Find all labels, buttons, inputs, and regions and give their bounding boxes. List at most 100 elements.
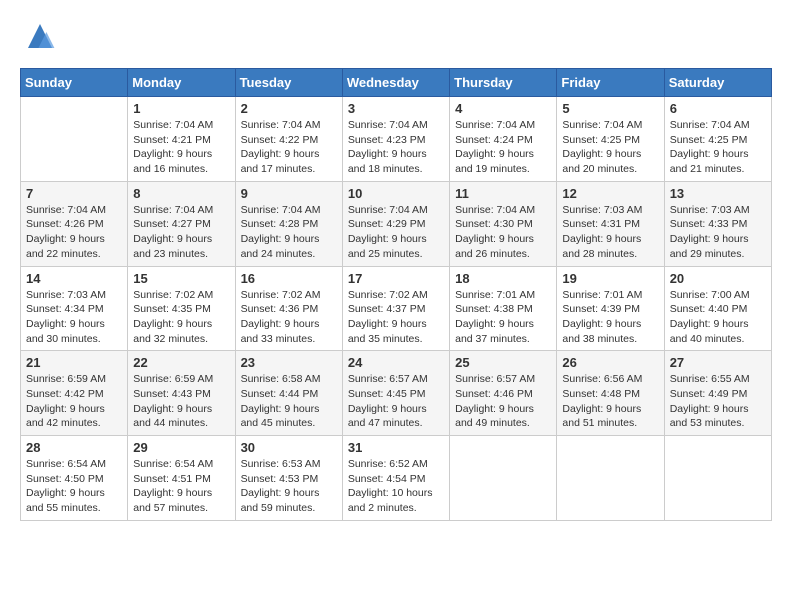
day-number: 1	[133, 101, 229, 116]
day-info: Sunrise: 7:04 AMSunset: 4:25 PMDaylight:…	[562, 118, 658, 177]
day-number: 31	[348, 440, 444, 455]
day-info: Sunrise: 7:03 AMSunset: 4:31 PMDaylight:…	[562, 203, 658, 262]
calendar-cell	[557, 436, 664, 521]
day-number: 4	[455, 101, 551, 116]
week-row-3: 14 Sunrise: 7:03 AMSunset: 4:34 PMDayligh…	[21, 266, 772, 351]
calendar-cell	[21, 97, 128, 182]
calendar-cell: 23 Sunrise: 6:58 AMSunset: 4:44 PMDayligh…	[235, 351, 342, 436]
calendar-cell: 8Sunrise: 7:04 AMSunset: 4:27 PMDaylight…	[128, 181, 235, 266]
week-row-4: 21Sunrise: 6:59 AMSunset: 4:42 PMDayligh…	[21, 351, 772, 436]
day-number: 22	[133, 355, 229, 370]
day-info: Sunrise: 6:56 AMSunset: 4:48 PMDaylight:…	[562, 372, 658, 431]
day-info: Sunrise: 7:01 AMSunset: 4:38 PMDaylight:…	[455, 288, 551, 347]
day-info: Sunrise: 6:53 AMSunset: 4:53 PMDaylight:…	[241, 457, 337, 516]
day-number: 20	[670, 271, 766, 286]
day-info: Sunrise: 7:03 AMSunset: 4:33 PMDaylight:…	[670, 203, 766, 262]
day-number: 17	[348, 271, 444, 286]
day-number: 5	[562, 101, 658, 116]
calendar-cell	[450, 436, 557, 521]
day-number: 16	[241, 271, 337, 286]
day-info: Sunrise: 7:04 AMSunset: 4:30 PMDaylight:…	[455, 203, 551, 262]
calendar-cell: 24 Sunrise: 6:57 AMSunset: 4:45 PMDayligh…	[342, 351, 449, 436]
logo-icon	[24, 20, 56, 52]
calendar-cell: 21Sunrise: 6:59 AMSunset: 4:42 PMDayligh…	[21, 351, 128, 436]
day-info: Sunrise: 6:54 AMSunset: 4:51 PMDaylight:…	[133, 457, 229, 516]
calendar-cell: 1 Sunrise: 7:04 AMSunset: 4:21 PMDaylight…	[128, 97, 235, 182]
day-number: 11	[455, 186, 551, 201]
day-number: 13	[670, 186, 766, 201]
calendar-cell: 26 Sunrise: 6:56 AMSunset: 4:48 PMDayligh…	[557, 351, 664, 436]
calendar-cell: 29 Sunrise: 6:54 AMSunset: 4:51 PMDayligh…	[128, 436, 235, 521]
day-info: Sunrise: 7:04 AMSunset: 4:21 PMDaylight:…	[133, 118, 229, 177]
day-info: Sunrise: 7:02 AMSunset: 4:35 PMDaylight:…	[133, 288, 229, 347]
weekday-header-friday: Friday	[557, 69, 664, 97]
calendar-cell: 4 Sunrise: 7:04 AMSunset: 4:24 PMDaylight…	[450, 97, 557, 182]
weekday-header-wednesday: Wednesday	[342, 69, 449, 97]
calendar-cell	[664, 436, 771, 521]
weekday-header-tuesday: Tuesday	[235, 69, 342, 97]
calendar-cell: 7 Sunrise: 7:04 AMSunset: 4:26 PMDaylight…	[21, 181, 128, 266]
day-info: Sunrise: 7:01 AMSunset: 4:39 PMDaylight:…	[562, 288, 658, 347]
day-number: 18	[455, 271, 551, 286]
day-info: Sunrise: 7:03 AMSunset: 4:34 PMDaylight:…	[26, 288, 122, 347]
day-number: 19	[562, 271, 658, 286]
week-row-5: 28Sunrise: 6:54 AMSunset: 4:50 PMDayligh…	[21, 436, 772, 521]
calendar-cell: 5 Sunrise: 7:04 AMSunset: 4:25 PMDaylight…	[557, 97, 664, 182]
calendar-cell: 3Sunrise: 7:04 AMSunset: 4:23 PMDaylight…	[342, 97, 449, 182]
day-info: Sunrise: 7:04 AMSunset: 4:23 PMDaylight:…	[348, 118, 444, 177]
day-info: Sunrise: 7:00 AMSunset: 4:40 PMDaylight:…	[670, 288, 766, 347]
calendar-cell: 20 Sunrise: 7:00 AMSunset: 4:40 PMDayligh…	[664, 266, 771, 351]
day-info: Sunrise: 7:04 AMSunset: 4:29 PMDaylight:…	[348, 203, 444, 262]
day-info: Sunrise: 7:04 AMSunset: 4:26 PMDaylight:…	[26, 203, 122, 262]
day-info: Sunrise: 6:59 AMSunset: 4:42 PMDaylight:…	[26, 372, 122, 431]
calendar-cell: 17 Sunrise: 7:02 AMSunset: 4:37 PMDayligh…	[342, 266, 449, 351]
weekday-header-monday: Monday	[128, 69, 235, 97]
day-number: 2	[241, 101, 337, 116]
weekday-header-sunday: Sunday	[21, 69, 128, 97]
week-row-1: 1 Sunrise: 7:04 AMSunset: 4:21 PMDaylight…	[21, 97, 772, 182]
day-number: 10	[348, 186, 444, 201]
calendar-cell: 13 Sunrise: 7:03 AMSunset: 4:33 PMDayligh…	[664, 181, 771, 266]
calendar-cell: 11 Sunrise: 7:04 AMSunset: 4:30 PMDayligh…	[450, 181, 557, 266]
day-info: Sunrise: 7:04 AMSunset: 4:28 PMDaylight:…	[241, 203, 337, 262]
week-row-2: 7 Sunrise: 7:04 AMSunset: 4:26 PMDaylight…	[21, 181, 772, 266]
weekday-header-thursday: Thursday	[450, 69, 557, 97]
day-number: 15	[133, 271, 229, 286]
day-info: Sunrise: 6:52 AMSunset: 4:54 PMDaylight:…	[348, 457, 444, 516]
day-number: 26	[562, 355, 658, 370]
day-number: 12	[562, 186, 658, 201]
day-info: Sunrise: 7:04 AMSunset: 4:24 PMDaylight:…	[455, 118, 551, 177]
day-number: 14	[26, 271, 122, 286]
day-number: 9	[241, 186, 337, 201]
day-info: Sunrise: 6:57 AMSunset: 4:45 PMDaylight:…	[348, 372, 444, 431]
day-number: 29	[133, 440, 229, 455]
calendar-cell: 16 Sunrise: 7:02 AMSunset: 4:36 PMDayligh…	[235, 266, 342, 351]
weekday-header-saturday: Saturday	[664, 69, 771, 97]
calendar-cell: 25Sunrise: 6:57 AMSunset: 4:46 PMDayligh…	[450, 351, 557, 436]
weekday-header-row: SundayMondayTuesdayWednesdayThursdayFrid…	[21, 69, 772, 97]
calendar-cell: 9 Sunrise: 7:04 AMSunset: 4:28 PMDaylight…	[235, 181, 342, 266]
day-number: 24	[348, 355, 444, 370]
calendar-cell: 31 Sunrise: 6:52 AMSunset: 4:54 PMDayligh…	[342, 436, 449, 521]
logo	[20, 20, 56, 52]
day-info: Sunrise: 6:55 AMSunset: 4:49 PMDaylight:…	[670, 372, 766, 431]
calendar-cell: 27 Sunrise: 6:55 AMSunset: 4:49 PMDayligh…	[664, 351, 771, 436]
page-header	[20, 20, 772, 52]
day-info: Sunrise: 6:59 AMSunset: 4:43 PMDaylight:…	[133, 372, 229, 431]
calendar-cell: 18 Sunrise: 7:01 AMSunset: 4:38 PMDayligh…	[450, 266, 557, 351]
day-info: Sunrise: 6:57 AMSunset: 4:46 PMDaylight:…	[455, 372, 551, 431]
day-info: Sunrise: 6:58 AMSunset: 4:44 PMDaylight:…	[241, 372, 337, 431]
day-number: 27	[670, 355, 766, 370]
day-number: 6	[670, 101, 766, 116]
day-info: Sunrise: 7:02 AMSunset: 4:36 PMDaylight:…	[241, 288, 337, 347]
calendar-table: SundayMondayTuesdayWednesdayThursdayFrid…	[20, 68, 772, 521]
day-number: 7	[26, 186, 122, 201]
day-info: Sunrise: 7:02 AMSunset: 4:37 PMDaylight:…	[348, 288, 444, 347]
calendar-cell: 30 Sunrise: 6:53 AMSunset: 4:53 PMDayligh…	[235, 436, 342, 521]
calendar-cell: 10 Sunrise: 7:04 AMSunset: 4:29 PMDayligh…	[342, 181, 449, 266]
calendar-cell: 15 Sunrise: 7:02 AMSunset: 4:35 PMDayligh…	[128, 266, 235, 351]
day-number: 23	[241, 355, 337, 370]
calendar-cell: 14 Sunrise: 7:03 AMSunset: 4:34 PMDayligh…	[21, 266, 128, 351]
calendar-cell: 6Sunrise: 7:04 AMSunset: 4:25 PMDaylight…	[664, 97, 771, 182]
day-number: 30	[241, 440, 337, 455]
